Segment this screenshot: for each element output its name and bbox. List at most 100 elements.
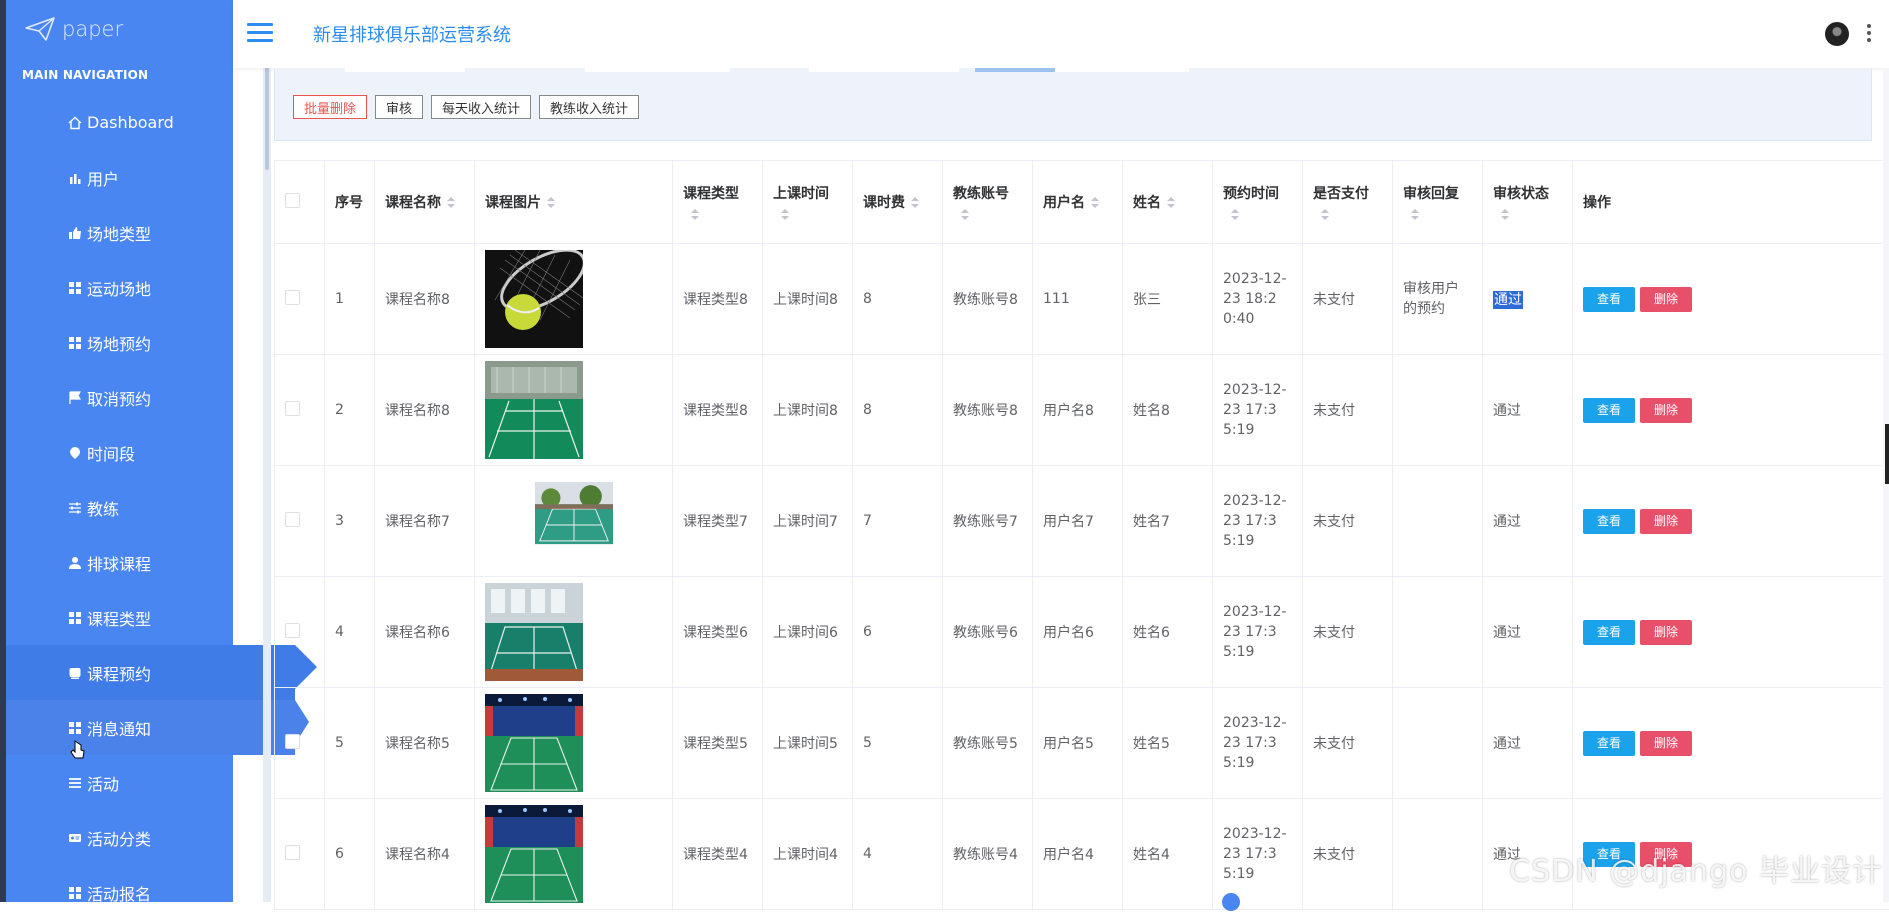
sidebar-item-label: 教练: [87, 496, 119, 520]
more-options-icon[interactable]: [1867, 24, 1871, 44]
delete-button[interactable]: 删除: [1640, 287, 1692, 312]
row-checkbox[interactable]: [285, 401, 300, 416]
select-all-checkbox-cell[interactable]: [275, 161, 325, 244]
cell-actions: 查看删除: [1573, 688, 1889, 799]
course-image[interactable]: [485, 694, 583, 792]
col-course-image[interactable]: 课程图片: [475, 161, 673, 244]
sidebar-item-4[interactable]: 场地预约: [6, 315, 265, 370]
delete-button[interactable]: 删除: [1640, 509, 1692, 534]
row-checkbox-cell[interactable]: [275, 466, 325, 577]
filter-input-stub[interactable]: [585, 68, 730, 72]
col-paid[interactable]: 是否支付: [1303, 161, 1393, 244]
batch-delete-button[interactable]: 批量删除: [293, 95, 367, 119]
sort-icon[interactable]: [447, 197, 455, 209]
daily-income-stats-button[interactable]: 每天收入统计: [431, 95, 531, 119]
delete-button[interactable]: 删除: [1640, 731, 1692, 756]
sidebar-item-6[interactable]: 时间段: [6, 425, 265, 480]
brand-logo[interactable]: paper: [24, 14, 123, 44]
select-all-checkbox[interactable]: [285, 193, 300, 208]
sort-icon[interactable]: [1501, 209, 1509, 221]
paid-text: 未支付: [1313, 514, 1355, 530]
sidebar-item-label: 用户: [87, 166, 119, 190]
cell-booking-time: 2023-12-23 18:20:40: [1213, 244, 1303, 355]
sidebar-item-5[interactable]: 取消预约: [6, 370, 265, 425]
sort-icon[interactable]: [1321, 209, 1329, 221]
course-image[interactable]: [485, 583, 583, 681]
delete-button[interactable]: 删除: [1640, 620, 1692, 645]
view-button[interactable]: 查看: [1583, 287, 1635, 312]
cell-class-time: 上课时间8: [763, 244, 853, 355]
view-button[interactable]: 查看: [1583, 620, 1635, 645]
sidebar-item-2[interactable]: 场地类型: [6, 205, 265, 260]
row-checkbox-cell[interactable]: [275, 355, 325, 466]
row-checkbox[interactable]: [285, 623, 300, 638]
sort-icon[interactable]: [961, 209, 969, 221]
col-booking-time[interactable]: 预约时间: [1213, 161, 1303, 244]
col-course-name[interactable]: 课程名称: [375, 161, 475, 244]
course-image[interactable]: [485, 250, 583, 348]
sidebar-item-14[interactable]: 活动报名: [6, 865, 265, 920]
sidebar-item-13[interactable]: 活动分类: [6, 810, 265, 865]
sidebar-item-8[interactable]: 排球课程: [6, 535, 265, 590]
review-button[interactable]: 审核: [375, 95, 423, 119]
row-checkbox-cell[interactable]: [275, 799, 325, 910]
cell-real-name: 姓名7: [1123, 466, 1213, 577]
sidebar-item-label: 消息通知: [87, 716, 151, 740]
row-checkbox-cell[interactable]: [275, 577, 325, 688]
sort-icon[interactable]: [691, 209, 699, 221]
col-review-status[interactable]: 审核状态: [1483, 161, 1573, 244]
sidebar-item-7[interactable]: 教练: [6, 480, 265, 535]
sidebar-item-10[interactable]: 课程预约: [6, 645, 295, 700]
view-button[interactable]: 查看: [1583, 398, 1635, 423]
col-course-type[interactable]: 课程类型: [673, 161, 763, 244]
view-button[interactable]: 查看: [1583, 509, 1635, 534]
cell-coach-account: 教练账号8: [943, 355, 1033, 466]
col-coach-account[interactable]: 教练账号: [943, 161, 1033, 244]
delete-button[interactable]: 删除: [1640, 398, 1692, 423]
sort-icon[interactable]: [911, 197, 919, 209]
sort-icon[interactable]: [1167, 197, 1175, 209]
row-checkbox[interactable]: [285, 290, 300, 305]
coach-income-stats-button[interactable]: 教练收入统计: [539, 95, 639, 119]
sidebar-item-1[interactable]: 用户: [6, 150, 265, 205]
sort-icon[interactable]: [1231, 209, 1239, 221]
course-image[interactable]: [485, 805, 583, 903]
view-button[interactable]: 查看: [1583, 731, 1635, 756]
page-scrollbar[interactable]: [1883, 68, 1889, 902]
search-button-stub[interactable]: [975, 68, 1055, 72]
row-checkbox-cell[interactable]: [275, 244, 325, 355]
user-avatar[interactable]: [1825, 22, 1849, 46]
page-scroll-thumb[interactable]: [1885, 424, 1889, 484]
filter-input-stub[interactable]: [345, 68, 465, 72]
back-to-top-indicator[interactable]: [1222, 893, 1240, 911]
sort-icon[interactable]: [1091, 197, 1099, 209]
sort-icon[interactable]: [781, 209, 789, 221]
col-review-reply[interactable]: 审核回复: [1393, 161, 1483, 244]
filter-input-stub[interactable]: [809, 68, 959, 72]
sort-icon[interactable]: [1411, 209, 1419, 221]
table-row: 4课程名称6课程类型6上课时间66教练账号6用户名6姓名62023-12-23 …: [275, 577, 1889, 688]
sidebar-item-9[interactable]: 课程类型: [6, 590, 265, 645]
col-class-time[interactable]: 上课时间: [763, 161, 853, 244]
row-checkbox[interactable]: [285, 845, 300, 860]
sidebar-item-12[interactable]: 活动: [6, 755, 265, 810]
row-checkbox-cell[interactable]: [275, 688, 325, 799]
row-checkbox[interactable]: [285, 734, 300, 749]
grid-icon: [68, 886, 82, 900]
course-image[interactable]: [525, 482, 623, 560]
sidebar-item-0[interactable]: Dashboard: [6, 95, 265, 150]
cell-class-time: 上课时间7: [763, 466, 853, 577]
course-image[interactable]: [485, 361, 583, 459]
sidebar-scrollbar[interactable]: [263, 0, 271, 902]
sidebar-item-3[interactable]: 运动场地: [6, 260, 265, 315]
cell-review-reply: [1393, 577, 1483, 688]
col-username[interactable]: 用户名: [1033, 161, 1123, 244]
row-checkbox[interactable]: [285, 512, 300, 527]
sidebar-item-11[interactable]: 消息通知: [6, 700, 295, 755]
menu-toggle-icon[interactable]: [247, 23, 273, 45]
sort-icon[interactable]: [547, 197, 555, 209]
col-fee[interactable]: 课时费: [853, 161, 943, 244]
booking-time-text: 2023-12-23 18:20:40: [1223, 269, 1287, 329]
col-real-name[interactable]: 姓名: [1123, 161, 1213, 244]
filter-input-stub[interactable]: [1039, 68, 1189, 72]
